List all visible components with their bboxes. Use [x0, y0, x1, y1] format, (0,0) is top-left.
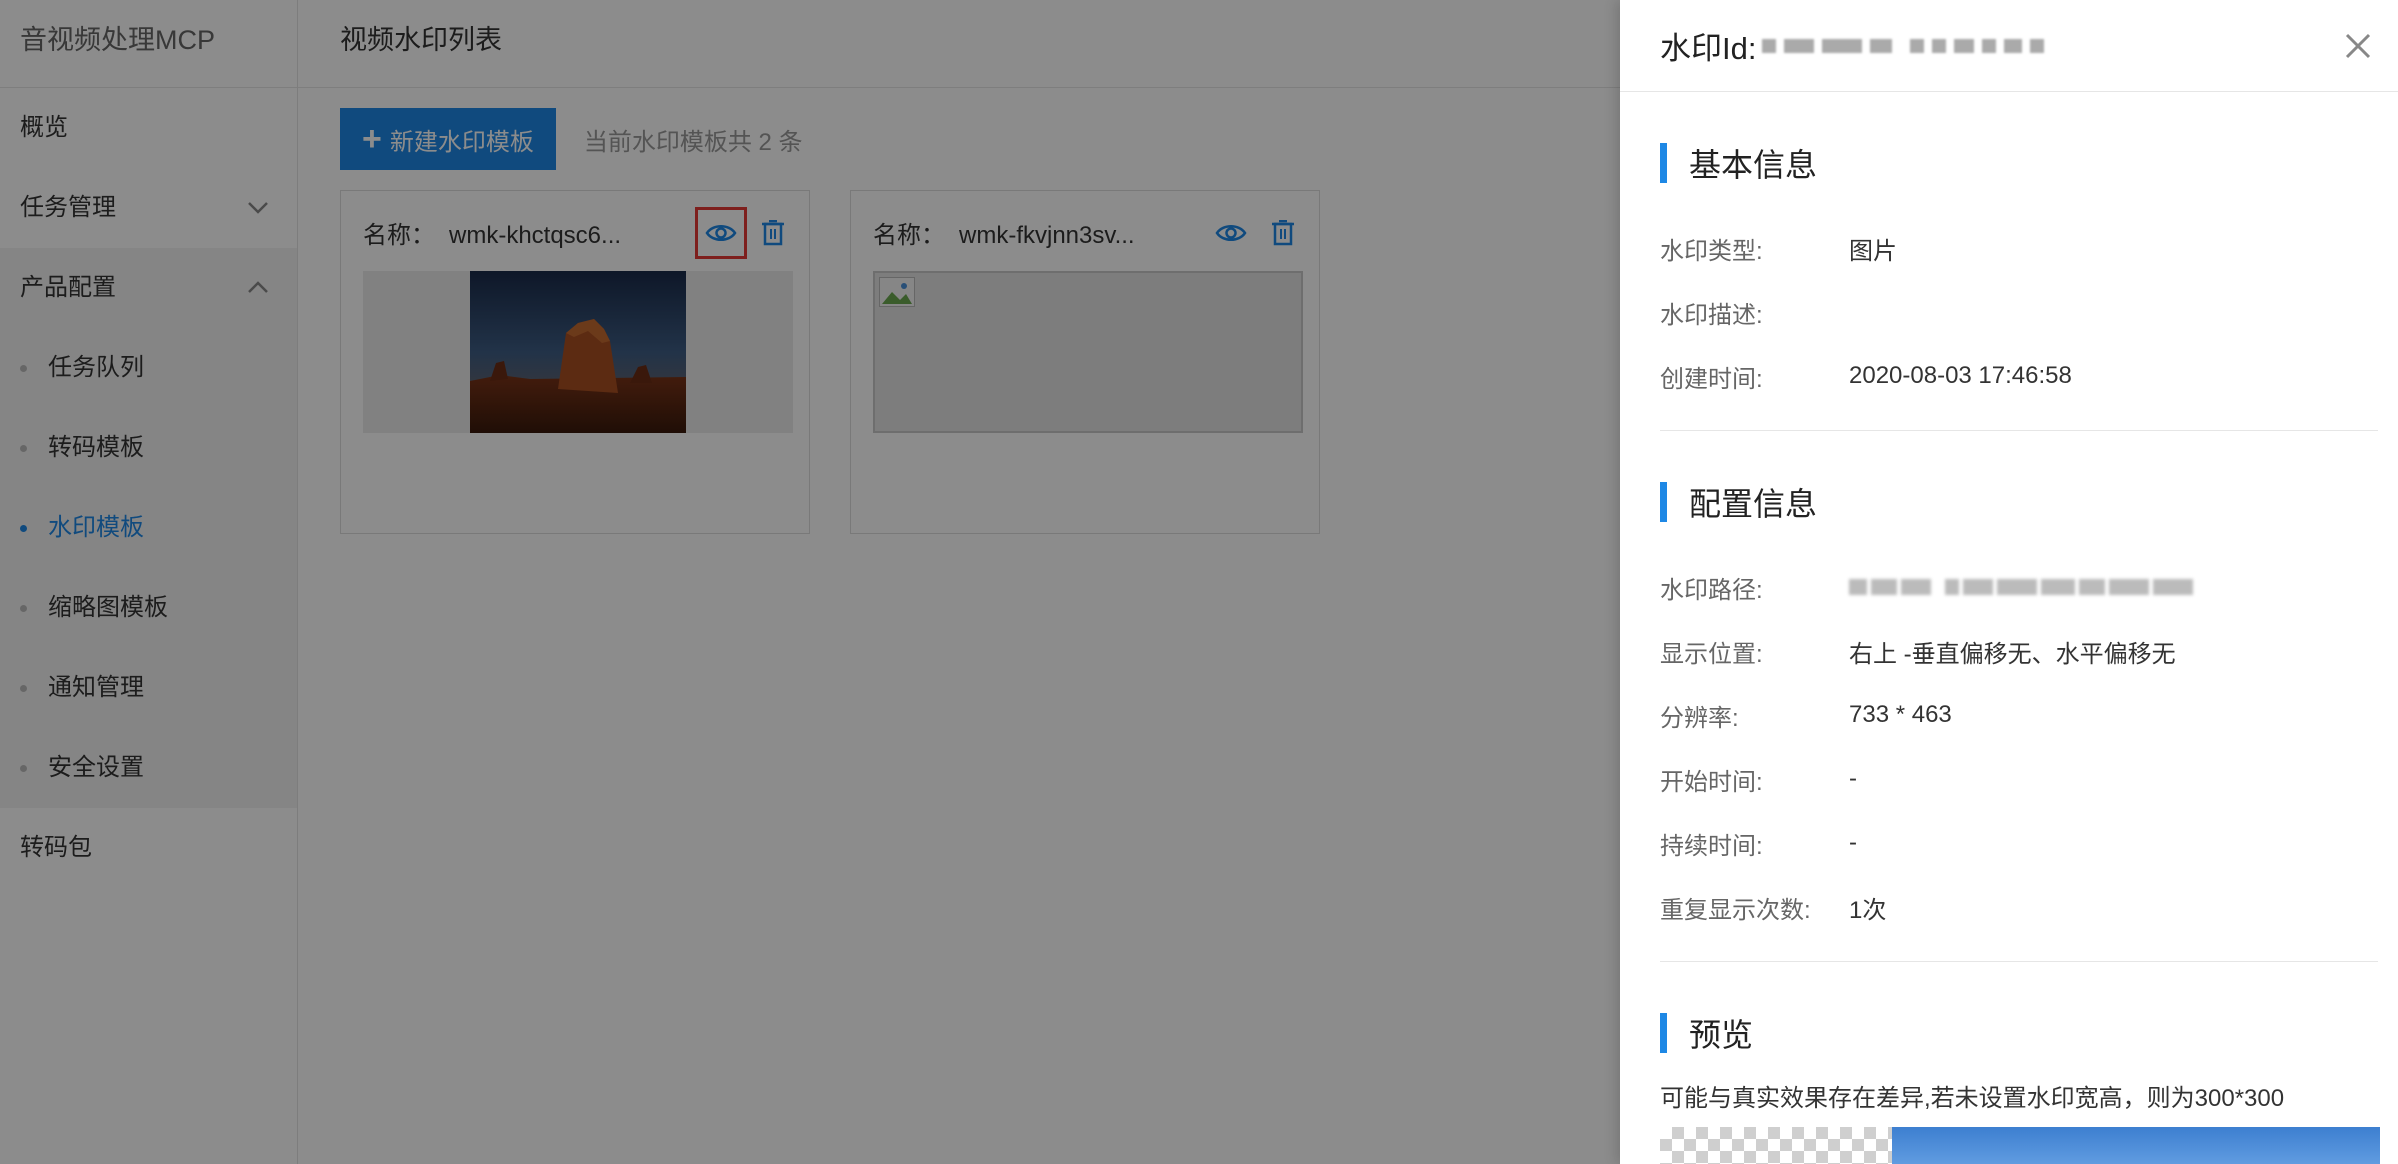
- preview-section: 预览 可能与真实效果存在差异,若未设置水印宽高，则为300*300: [1620, 1010, 2398, 1164]
- section-title-text: 配置信息: [1689, 486, 1818, 522]
- preview-note: 可能与真实效果存在差异,若未设置水印宽高，则为300*300: [1660, 1085, 2285, 1112]
- section-title-text: 预览: [1689, 1017, 1754, 1053]
- watermark-preview: [1660, 1127, 2380, 1164]
- field-value: 733 * 463: [1849, 701, 1952, 728]
- field-label: 水印类型:: [1660, 237, 1763, 265]
- config-info-section: 配置信息 水印路径: 显示位置: 右上 -垂直偏移无、水平偏移无 分辨率: 73…: [1620, 479, 2398, 962]
- close-icon: [2345, 33, 2371, 59]
- field-label: 开始时间:: [1660, 768, 1763, 796]
- basic-info-section: 基本信息 水印类型: 图片 水印描述: 创建时间: 2020-08-03 17:…: [1620, 140, 2398, 431]
- field-value: 2020-08-03 17:46:58: [1849, 362, 2072, 389]
- info-row: 开始时间: -: [1660, 747, 2378, 811]
- divider: [1660, 430, 2378, 431]
- field-value: 1次: [1849, 896, 1887, 924]
- field-label: 显示位置:: [1660, 640, 1763, 668]
- field-label: 重复显示次数:: [1660, 896, 1811, 924]
- divider: [1660, 961, 2378, 962]
- drawer-header: 水印Id:: [1620, 0, 2398, 92]
- redacted-watermark-path: [1849, 579, 2193, 595]
- section-title-text: 基本信息: [1689, 147, 1818, 183]
- field-label: 分辨率:: [1660, 704, 1739, 732]
- transparent-background: [1660, 1127, 1892, 1164]
- preview-sky-image: [1892, 1127, 2380, 1164]
- close-button[interactable]: [2338, 26, 2378, 66]
- field-label: 持续时间:: [1660, 832, 1763, 860]
- info-row: 重复显示次数: 1次: [1660, 875, 2378, 939]
- section-title: 基本信息: [1660, 140, 2378, 186]
- field-value: -: [1849, 829, 1857, 856]
- field-value: 右上 -垂直偏移无、水平偏移无: [1849, 640, 2176, 668]
- field-label: 水印描述:: [1660, 301, 1763, 329]
- field-label: 水印路径:: [1660, 576, 1763, 604]
- section-accent-bar: [1660, 1013, 1667, 1053]
- info-row: 水印类型: 图片: [1660, 216, 2378, 280]
- info-row: 分辨率: 733 * 463: [1660, 683, 2378, 747]
- info-row: 水印路径:: [1660, 555, 2378, 619]
- section-title: 预览: [1660, 1010, 2378, 1056]
- info-row: 水印描述:: [1660, 280, 2378, 344]
- section-title: 配置信息: [1660, 479, 2378, 525]
- info-row: 显示位置: 右上 -垂直偏移无、水平偏移无: [1660, 619, 2378, 683]
- info-row: 持续时间: -: [1660, 811, 2378, 875]
- modal-overlay[interactable]: [0, 0, 1620, 1164]
- section-accent-bar: [1660, 482, 1667, 522]
- info-row: 创建时间: 2020-08-03 17:46:58: [1660, 344, 2378, 408]
- field-value: 图片: [1849, 237, 1897, 265]
- drawer-title: 水印Id:: [1660, 31, 1757, 66]
- redacted-watermark-id: [1762, 38, 2045, 53]
- field-label: 创建时间:: [1660, 365, 1763, 393]
- section-accent-bar: [1660, 143, 1667, 183]
- field-value: -: [1849, 765, 1857, 792]
- watermark-detail-drawer: 水印Id: 基本信息 水印类型: 图片 水印描述: 创建时间: 2020-08-…: [1620, 0, 2398, 1164]
